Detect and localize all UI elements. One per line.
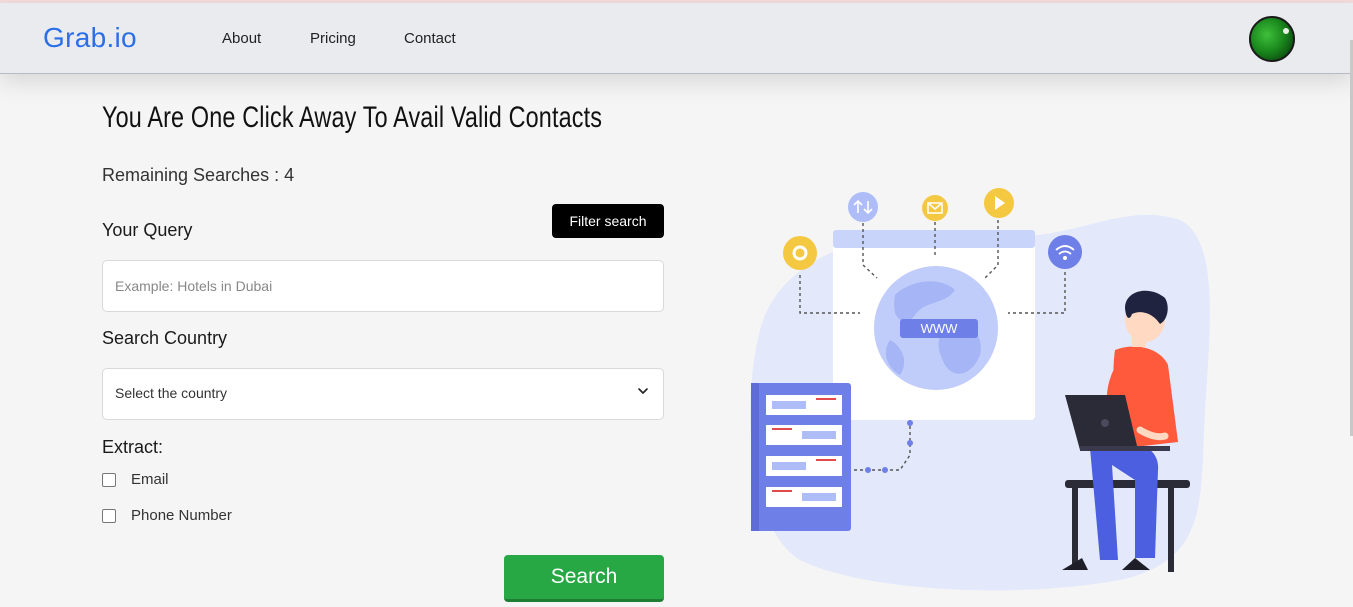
query-label: Your Query xyxy=(102,220,193,240)
page-title: You Are One Click Away To Avail Valid Co… xyxy=(102,101,603,134)
country-label: Search Country xyxy=(102,328,228,348)
email-checkbox-label[interactable]: Email xyxy=(131,471,169,488)
nav-link-about[interactable]: About xyxy=(222,30,261,47)
search-button[interactable]: Search xyxy=(504,555,664,602)
extract-option-phone: Phone Number xyxy=(102,507,232,524)
extract-option-email: Email xyxy=(102,471,169,488)
navbar: Grab.io About Pricing Contact xyxy=(0,3,1353,74)
logo[interactable]: Grab.io xyxy=(43,22,137,54)
nav-link-pricing[interactable]: Pricing xyxy=(310,30,356,47)
query-input-wrapper xyxy=(102,260,664,312)
nav-link-contact[interactable]: Contact xyxy=(404,30,456,47)
extract-label: Extract: xyxy=(102,437,164,457)
transfer-arrows-icon xyxy=(848,192,878,222)
filter-search-button[interactable]: Filter search xyxy=(552,204,664,238)
query-input[interactable] xyxy=(103,261,663,311)
country-select-value: Select the country xyxy=(115,385,228,401)
country-select[interactable]: Select the country xyxy=(102,368,664,420)
gear-icon xyxy=(783,236,817,270)
www-label: WWW xyxy=(921,321,959,336)
phone-checkbox-label[interactable]: Phone Number xyxy=(131,507,232,524)
mail-icon xyxy=(922,195,948,221)
chevron-down-icon xyxy=(638,388,648,394)
web-data-illustration: WWW xyxy=(750,188,1210,591)
email-checkbox[interactable] xyxy=(102,472,116,487)
browser-header xyxy=(833,230,1035,248)
phone-checkbox[interactable] xyxy=(102,508,116,523)
remaining-searches: Remaining Searches : 4 xyxy=(102,165,295,185)
user-avatar[interactable] xyxy=(1249,16,1295,62)
